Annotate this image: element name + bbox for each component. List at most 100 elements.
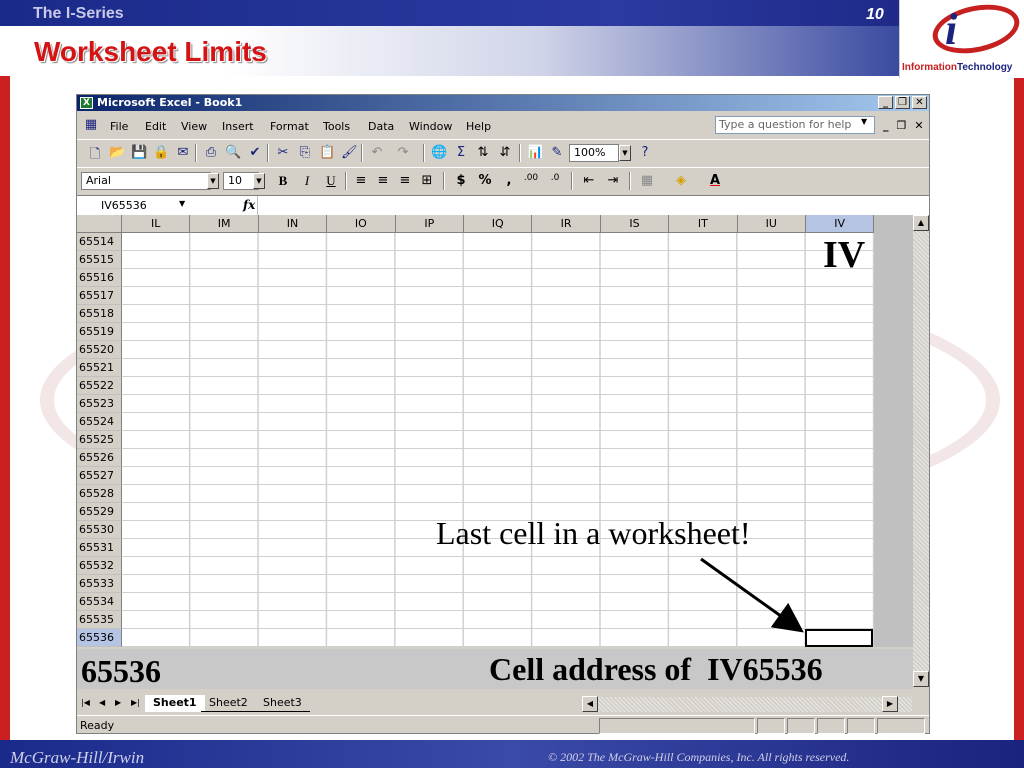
borders-icon[interactable]: ▦ bbox=[639, 173, 655, 188]
row-header[interactable]: 65533 bbox=[77, 575, 122, 593]
insert-function-icon[interactable]: fx bbox=[243, 198, 255, 212]
row-header[interactable]: 65528 bbox=[77, 485, 122, 503]
save-icon[interactable]: 💾 bbox=[131, 145, 147, 160]
autosum-icon[interactable]: Σ bbox=[453, 145, 469, 160]
drawing-icon[interactable]: ✎ bbox=[549, 145, 565, 160]
center-icon[interactable]: ≡ bbox=[375, 173, 391, 188]
menu-insert[interactable]: Insert bbox=[222, 120, 254, 133]
menu-tools[interactable]: Tools bbox=[323, 120, 350, 133]
row-header[interactable]: 65536 bbox=[77, 629, 122, 647]
minimize-button[interactable]: _ bbox=[878, 96, 893, 109]
row-header[interactable]: 65525 bbox=[77, 431, 122, 449]
tab-sheet2[interactable]: Sheet2 bbox=[201, 695, 256, 712]
row-header[interactable]: 65521 bbox=[77, 359, 122, 377]
row-header[interactable]: 65518 bbox=[77, 305, 122, 323]
restore-button[interactable]: ❐ bbox=[895, 96, 910, 109]
first-sheet-icon[interactable]: |◀ bbox=[81, 698, 90, 707]
chevron-down-icon[interactable]: ▼ bbox=[619, 145, 631, 161]
excel-app-icon[interactable]: X bbox=[80, 97, 93, 109]
workbook-icon[interactable]: ▦ bbox=[83, 117, 99, 132]
row-header[interactable]: 65531 bbox=[77, 539, 122, 557]
comma-icon[interactable]: , bbox=[501, 173, 517, 188]
sort-ascending-icon[interactable]: ⇅ bbox=[475, 145, 491, 160]
increase-indent-icon[interactable]: ⇥ bbox=[605, 173, 621, 188]
menu-format[interactable]: Format bbox=[270, 120, 309, 133]
align-left-icon[interactable]: ≡ bbox=[353, 173, 369, 188]
column-header[interactable]: IN bbox=[258, 215, 328, 233]
format-painter-icon[interactable]: 🖌 bbox=[341, 145, 358, 160]
row-header[interactable]: 65516 bbox=[77, 269, 122, 287]
tab-sheet1[interactable]: Sheet1 bbox=[145, 695, 205, 712]
row-header[interactable]: 65515 bbox=[77, 251, 122, 269]
row-header[interactable]: 65519 bbox=[77, 323, 122, 341]
align-right-icon[interactable]: ≡ bbox=[397, 173, 413, 188]
menu-view[interactable]: View bbox=[181, 120, 207, 133]
bold-icon[interactable]: B bbox=[275, 173, 291, 189]
row-header[interactable]: 65534 bbox=[77, 593, 122, 611]
column-header[interactable]: IU bbox=[737, 215, 806, 233]
print-preview-icon[interactable]: 🔍 bbox=[225, 145, 241, 160]
ask-question-input[interactable]: Type a question for help bbox=[715, 116, 875, 134]
row-header[interactable]: 65524 bbox=[77, 413, 122, 431]
prev-sheet-icon[interactable]: ◀ bbox=[99, 698, 105, 707]
last-sheet-icon[interactable]: ▶| bbox=[131, 698, 140, 707]
currency-icon[interactable]: $ bbox=[453, 173, 469, 188]
cut-icon[interactable]: ✂ bbox=[275, 145, 291, 160]
scroll-up-icon[interactable]: ▲ bbox=[913, 215, 929, 231]
row-header[interactable]: 65523 bbox=[77, 395, 122, 413]
new-icon[interactable]: 🗋 bbox=[87, 145, 103, 167]
chevron-down-icon[interactable]: ▼ bbox=[207, 173, 219, 189]
spelling-icon[interactable]: ✔ bbox=[247, 145, 263, 160]
excel-title-bar[interactable]: Microsoft Excel - Book1 bbox=[77, 95, 929, 111]
column-header[interactable]: IP bbox=[395, 215, 464, 233]
menu-edit[interactable]: Edit bbox=[145, 120, 166, 133]
chevron-down-icon[interactable]: ▼ bbox=[861, 117, 867, 126]
column-header[interactable]: IL bbox=[122, 215, 191, 233]
horizontal-scrollbar[interactable]: ◀ ▶ bbox=[582, 696, 912, 712]
italic-icon[interactable]: I bbox=[299, 173, 315, 189]
column-header[interactable]: IQ bbox=[464, 215, 533, 233]
row-header[interactable]: 65517 bbox=[77, 287, 122, 305]
column-header[interactable]: IO bbox=[327, 215, 396, 233]
sort-descending-icon[interactable]: ⇵ bbox=[497, 145, 513, 160]
next-sheet-icon[interactable]: ▶ bbox=[115, 698, 121, 707]
row-header[interactable]: 65529 bbox=[77, 503, 122, 521]
row-header[interactable]: 65526 bbox=[77, 449, 122, 467]
chevron-down-icon[interactable]: ▼ bbox=[253, 173, 265, 189]
row-header[interactable]: 65514 bbox=[77, 233, 122, 251]
scroll-left-icon[interactable]: ◀ bbox=[582, 696, 598, 712]
select-all-corner[interactable] bbox=[77, 215, 122, 233]
open-icon[interactable]: 📂 bbox=[109, 145, 125, 160]
vertical-scrollbar[interactable]: ▲ ▼ bbox=[913, 215, 929, 687]
close-button[interactable]: ✕ bbox=[912, 96, 927, 109]
zoom-select[interactable]: 100% bbox=[569, 144, 619, 162]
menu-window[interactable]: Window bbox=[409, 120, 452, 133]
chart-wizard-icon[interactable]: 📊 bbox=[527, 145, 543, 160]
workbook-window-controls[interactable]: _❐✕ bbox=[883, 119, 932, 132]
menu-help[interactable]: Help bbox=[466, 120, 491, 133]
font-name-select[interactable]: Arial bbox=[81, 172, 211, 190]
permission-icon[interactable]: 🔒 bbox=[153, 145, 169, 160]
tab-sheet3[interactable]: Sheet3 bbox=[255, 695, 310, 712]
row-header[interactable]: 65530 bbox=[77, 521, 122, 539]
menu-data[interactable]: Data bbox=[368, 120, 394, 133]
row-header[interactable]: 65532 bbox=[77, 557, 122, 575]
print-icon[interactable]: ⎙ bbox=[203, 145, 219, 160]
column-header[interactable]: IR bbox=[532, 215, 601, 233]
hyperlink-icon[interactable]: 🌐 bbox=[431, 145, 447, 160]
decrease-indent-icon[interactable]: ⇤ bbox=[581, 173, 597, 188]
font-color-icon[interactable]: A bbox=[707, 173, 723, 188]
row-header[interactable]: 65520 bbox=[77, 341, 122, 359]
formula-input[interactable] bbox=[257, 196, 927, 215]
help-icon[interactable]: ? bbox=[637, 145, 653, 160]
row-header[interactable]: 65535 bbox=[77, 611, 122, 629]
redo-icon[interactable]: ↷ bbox=[395, 145, 411, 160]
undo-icon[interactable]: ↶ bbox=[369, 145, 385, 160]
row-header[interactable]: 65522 bbox=[77, 377, 122, 395]
row-header[interactable]: 65527 bbox=[77, 467, 122, 485]
underline-icon[interactable]: U bbox=[323, 173, 339, 189]
percent-icon[interactable]: % bbox=[477, 173, 493, 188]
scroll-down-icon[interactable]: ▼ bbox=[913, 671, 929, 687]
fill-color-icon[interactable]: ◈ bbox=[673, 173, 689, 188]
column-header[interactable]: IS bbox=[600, 215, 670, 233]
